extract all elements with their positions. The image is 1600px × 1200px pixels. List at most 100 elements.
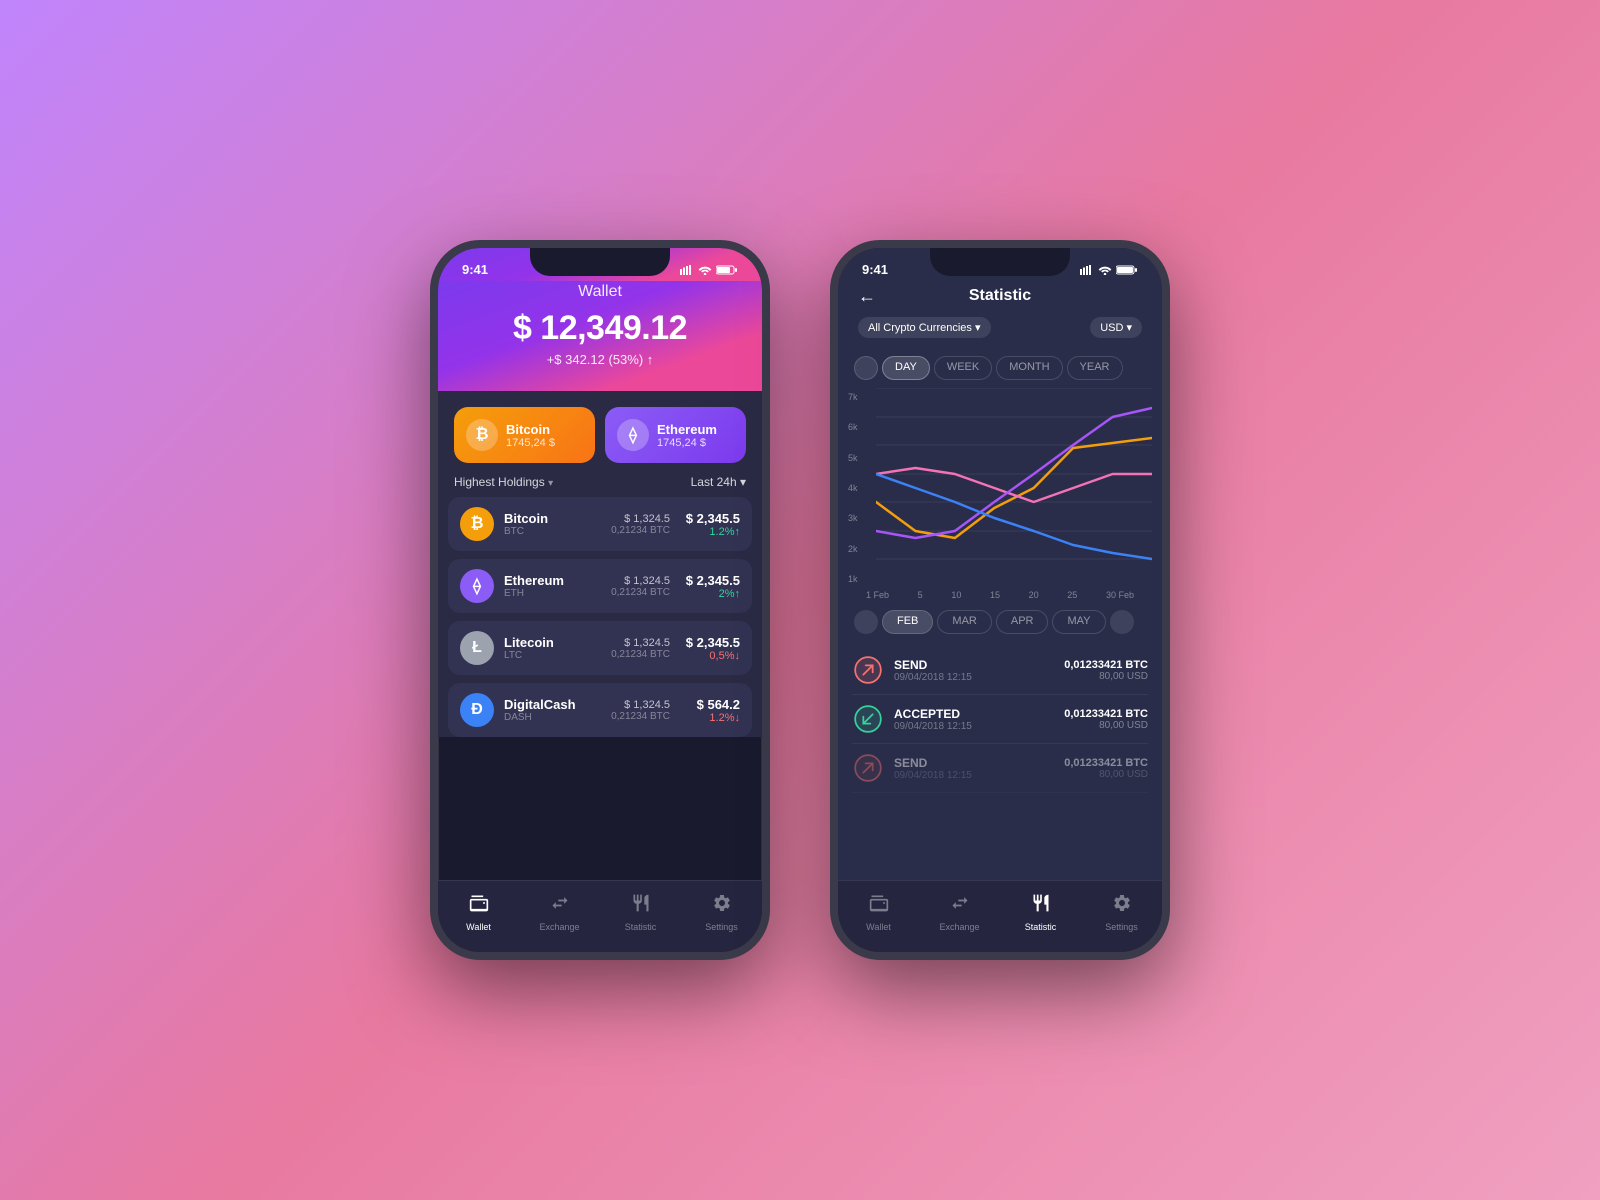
wallet-nav-icon-2 (869, 893, 889, 919)
month-tab-mar[interactable]: MAR (937, 610, 991, 634)
unit-filter[interactable]: USD ▾ (1090, 317, 1142, 338)
bottom-nav-2: Wallet Exchange Statistic Settings (838, 880, 1162, 952)
nav-wallet-label-2: Wallet (866, 922, 891, 932)
bitcoin-card[interactable]: ₿ Bitcoin 1745,24 $ (454, 407, 595, 463)
nav-statistic[interactable]: Statistic (600, 893, 681, 932)
btc-icon: ₿ (466, 419, 498, 451)
crypto-name: Ethereum (504, 573, 601, 588)
nav-exchange-2[interactable]: Exchange (919, 893, 1000, 932)
nav-settings-label: Settings (705, 922, 738, 932)
list-item[interactable]: ACCEPTED 09/04/2018 12:15 0,01233421 BTC… (852, 695, 1148, 744)
crypto-name: Bitcoin (504, 511, 601, 526)
crypto-name: Litecoin (504, 635, 601, 650)
x-axis: 1 Feb 5 10 15 20 25 30 Feb (838, 588, 1162, 604)
y-label-5k: 5k (848, 453, 872, 463)
x-label-30: 30 Feb (1106, 590, 1134, 600)
eth-row-icon: ⟠ (460, 569, 494, 603)
crypto-price: $ 1,324.5 (611, 699, 670, 711)
send-icon (852, 654, 884, 686)
table-row[interactable]: ⟠ Ethereum ETH $ 1,324.5 0,21234 BTC $ 2… (448, 559, 752, 613)
stat-title: Statistic (969, 287, 1031, 305)
crypto-change: 1.2%↑ (680, 526, 740, 538)
tx-usd: 80,00 USD (1064, 671, 1148, 682)
btc-row-icon: ₿ (460, 507, 494, 541)
phone-statistic: 9:41 ← Statistic All Crypto Currencies ▾… (830, 240, 1170, 960)
table-row[interactable]: Ł Litecoin LTC $ 1,324.5 0,21234 BTC $ 2… (448, 621, 752, 675)
tx-btc: 0,01233421 BTC (1064, 708, 1148, 720)
phone-wallet: 9:41 Wallet $ 12,349.12 +$ 342.12 (53%) … (430, 240, 770, 960)
month-tab-apr[interactable]: APR (996, 610, 1049, 634)
chart-svg (876, 388, 1152, 588)
crypto-total: $ 2,345.5 (680, 573, 740, 588)
unit-filter-label: USD ▾ (1100, 321, 1132, 334)
btc-value: 1745,24 $ (506, 437, 555, 449)
currency-filter[interactable]: All Crypto Currencies ▾ (858, 317, 991, 338)
status-time: 9:41 (462, 262, 488, 277)
crypto-change: 1.2%↓ (680, 712, 740, 724)
nav-statistic-label-2: Statistic (1025, 922, 1057, 932)
y-label-1k: 1k (848, 574, 872, 584)
eth-value: 1745,24 $ (657, 437, 717, 449)
x-label-10: 10 (951, 590, 961, 600)
tx-type: SEND (894, 756, 1054, 770)
chart-container: 1k 2k 3k 4k 5k 6k 7k (838, 388, 1162, 588)
nav-statistic-2[interactable]: Statistic (1000, 893, 1081, 932)
wallet-amount: $ 12,349.12 (458, 309, 742, 348)
btc-name: Bitcoin (506, 422, 555, 437)
period-tab-year[interactable]: YEAR (1067, 356, 1123, 380)
period-tab-day[interactable]: DAY (882, 356, 930, 380)
crypto-total: $ 564.2 (680, 697, 740, 712)
list-item[interactable]: SEND 09/04/2018 12:15 0,01233421 BTC 80,… (852, 646, 1148, 695)
wallet-title: Wallet (458, 281, 742, 309)
wallet-nav-icon (469, 893, 489, 919)
month-prev[interactable] (854, 610, 878, 634)
tx-usd: 80,00 USD (1064, 720, 1148, 731)
ethereum-card[interactable]: ⟠ Ethereum 1745,24 $ (605, 407, 746, 463)
month-tab-feb[interactable]: FEB (882, 610, 933, 634)
nav-settings[interactable]: Settings (681, 893, 762, 932)
eth-name: Ethereum (657, 422, 717, 437)
nav-wallet-2[interactable]: Wallet (838, 893, 919, 932)
table-row[interactable]: Ð DigitalCash DASH $ 1,324.5 0,21234 BTC… (448, 683, 752, 737)
crypto-total: $ 2,345.5 (680, 635, 740, 650)
y-label-4k: 4k (848, 483, 872, 493)
exchange-nav-icon (550, 893, 570, 919)
crypto-symbol: DASH (504, 712, 601, 723)
period-tab-month[interactable]: MONTH (996, 356, 1062, 380)
period-tab-week[interactable]: WEEK (934, 356, 992, 380)
dash-row-icon: Ð (460, 693, 494, 727)
accept-icon (852, 703, 884, 735)
eth-icon: ⟠ (617, 419, 649, 451)
period-tabs: DAY WEEK MONTH YEAR (838, 356, 1162, 388)
month-next[interactable] (1110, 610, 1134, 634)
ltc-row-icon: Ł (460, 631, 494, 665)
crypto-symbol: BTC (504, 526, 601, 537)
crypto-sub: 0,21234 BTC (611, 587, 670, 598)
month-tab-may[interactable]: MAY (1052, 610, 1105, 634)
tx-date: 09/04/2018 12:15 (894, 721, 1054, 732)
tx-btc: 0,01233421 BTC (1064, 659, 1148, 671)
nav-settings-2[interactable]: Settings (1081, 893, 1162, 932)
status-time-2: 9:41 (862, 262, 888, 277)
x-label-5: 5 (918, 590, 923, 600)
list-item[interactable]: SEND 09/04/2018 12:15 0,01233421 BTC 80,… (852, 744, 1148, 793)
crypto-symbol: ETH (504, 588, 601, 599)
y-label-6k: 6k (848, 422, 872, 432)
crypto-sub: 0,21234 BTC (611, 649, 670, 660)
nav-exchange[interactable]: Exchange (519, 893, 600, 932)
status-icons-2 (1080, 265, 1138, 275)
nav-statistic-label: Statistic (625, 922, 657, 932)
nav-wallet-label: Wallet (466, 922, 491, 932)
period-tab-all[interactable] (854, 356, 878, 380)
tx-date: 09/04/2018 12:15 (894, 770, 1054, 781)
x-label-1: 1 Feb (866, 590, 889, 600)
holdings-label[interactable]: Highest Holdings ▾ (454, 475, 553, 489)
tx-date: 09/04/2018 12:15 (894, 672, 1054, 683)
y-label-3k: 3k (848, 513, 872, 523)
table-row[interactable]: ₿ Bitcoin BTC $ 1,324.5 0,21234 BTC $ 2,… (448, 497, 752, 551)
nav-wallet[interactable]: Wallet (438, 893, 519, 932)
holdings-time[interactable]: Last 24h ▾ (691, 475, 746, 489)
back-button[interactable]: ← (858, 286, 876, 307)
bottom-nav: Wallet Exchange Statistic Settings (438, 880, 762, 952)
crypto-name: DigitalCash (504, 697, 601, 712)
